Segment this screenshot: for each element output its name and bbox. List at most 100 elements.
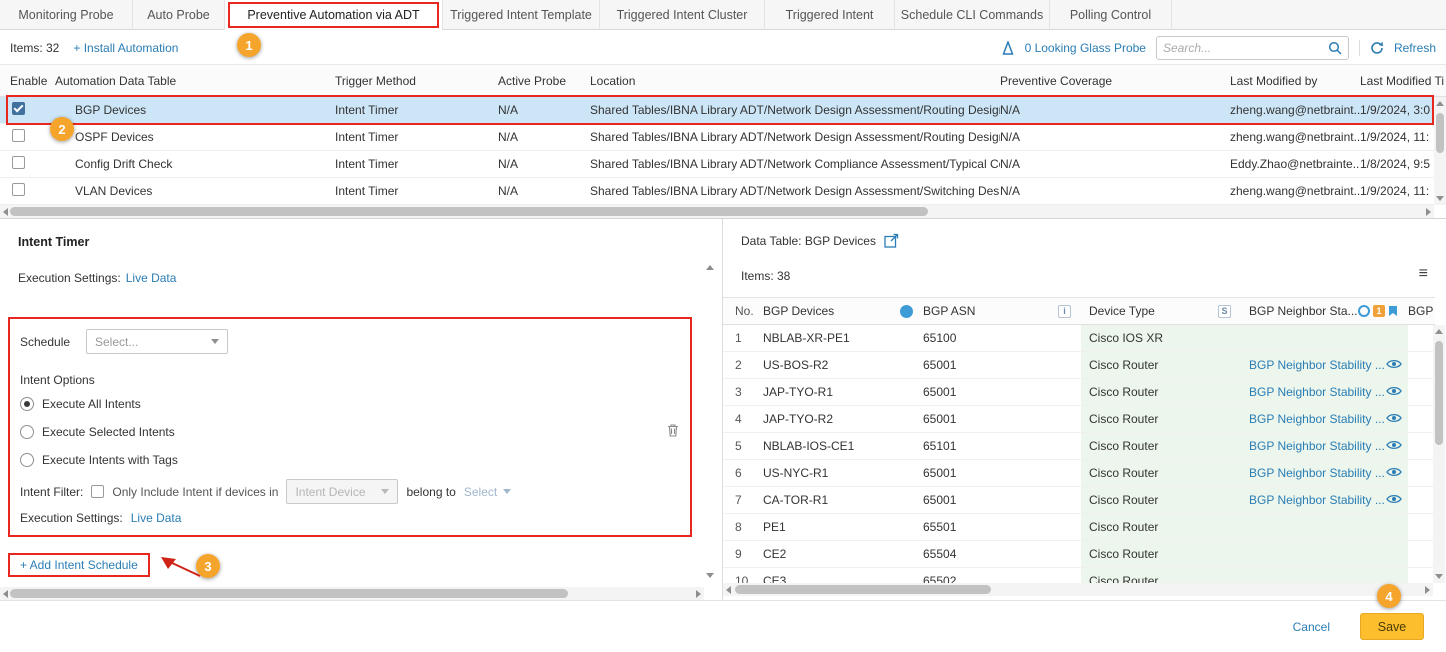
cancel-button[interactable]: Cancel <box>1293 620 1330 634</box>
active-probe: N/A <box>498 103 590 117</box>
scroll-right-arrow[interactable] <box>1426 208 1431 216</box>
intent-device-select[interactable]: Intent Device <box>286 479 398 504</box>
data-row[interactable]: 1 NBLAB-XR-PE1 65100 Cisco IOS XR <box>723 325 1433 352</box>
enable-checkbox[interactable] <box>12 183 25 196</box>
schedule-row: Schedule Select... <box>20 329 228 354</box>
bgp-neighbor-link[interactable]: BGP Neighbor Stability ... <box>1249 385 1385 399</box>
schedule-select[interactable]: Select... <box>86 329 228 354</box>
bgp-neighbor-link[interactable]: BGP Neighbor Stability ... <box>1249 493 1385 507</box>
table-row-ospf-devices[interactable]: OSPF Devices Intent Timer N/A Shared Tab… <box>0 124 1446 151</box>
device-name: CE2 <box>763 541 923 567</box>
data-table-title: Data Table: BGP Devices <box>741 234 876 248</box>
device-name: NBLAB-IOS-CE1 <box>763 433 923 459</box>
looking-glass-probe-link[interactable]: 0 Looking Glass Probe <box>1025 41 1146 55</box>
data-row[interactable]: 3 JAP-TYO-R1 65001 Cisco Router BGP Neig… <box>723 379 1433 406</box>
enable-checkbox[interactable] <box>12 102 25 115</box>
refresh-icon[interactable] <box>1370 41 1384 55</box>
last-modified-by: zheng.wang@netbraint... <box>1230 184 1360 198</box>
table-row-bgp-devices[interactable]: BGP Devices Intent Timer N/A Shared Tabl… <box>0 97 1446 124</box>
clock-icon <box>1358 305 1370 317</box>
bgp-neighbor-link[interactable]: BGP Neighbor Stability ... <box>1249 466 1385 480</box>
scrollbar-thumb[interactable] <box>1436 113 1444 153</box>
footer-bar: Cancel Save <box>0 600 1446 652</box>
data-row[interactable]: 8 PE1 65501 Cisco Router <box>723 514 1433 541</box>
radio-execute-intents-with-tags[interactable]: Execute Intents with Tags <box>20 453 178 467</box>
trigger-method: Intent Timer <box>335 184 498 198</box>
scroll-up-arrow[interactable] <box>1436 101 1444 106</box>
scroll-right-arrow[interactable] <box>696 590 701 598</box>
tab-triggered-intent-cluster[interactable]: Triggered Intent Cluster <box>600 0 765 30</box>
data-row[interactable]: 4 JAP-TYO-R2 65001 Cisco Router BGP Neig… <box>723 406 1433 433</box>
tab-schedule-cli-commands[interactable]: Schedule CLI Commands <box>895 0 1050 30</box>
scroll-right-arrow[interactable] <box>1425 586 1430 594</box>
eye-icon[interactable] <box>1386 466 1402 481</box>
eye-icon[interactable] <box>1386 439 1402 454</box>
scrollbar-thumb[interactable] <box>10 207 928 216</box>
scroll-up-arrow[interactable] <box>1435 329 1443 334</box>
scrollbar-thumb[interactable] <box>10 589 568 598</box>
bgp-neighbor-cell: BGP Neighbor Stability ... <box>1241 433 1408 459</box>
data-row[interactable]: 2 US-BOS-R2 65001 Cisco Router BGP Neigh… <box>723 352 1433 379</box>
bgp-neighbor-link[interactable]: BGP Neighbor Stability ... <box>1249 439 1385 453</box>
live-data-link[interactable]: Live Data <box>131 511 182 525</box>
bgp-asn: 65001 <box>923 379 1081 405</box>
radio-execute-selected-intents[interactable]: Execute Selected Intents <box>20 425 175 439</box>
search-icon[interactable] <box>1328 41 1342 55</box>
data-table-panel: Data Table: BGP Devices Items: 38 ≡ No. … <box>722 218 1446 600</box>
eye-icon[interactable] <box>1386 412 1402 427</box>
scroll-left-arrow[interactable] <box>726 586 731 594</box>
trash-icon[interactable] <box>666 423 680 438</box>
scroll-down-arrow[interactable] <box>1435 574 1443 579</box>
scroll-left-arrow[interactable] <box>3 208 8 216</box>
bgp-neighbor-link[interactable]: BGP Neighbor Stability ... <box>1249 412 1385 426</box>
external-link-icon[interactable] <box>884 233 899 248</box>
refresh-button[interactable]: Refresh <box>1394 41 1436 55</box>
bgp-neighbor-cell: BGP Neighbor Stability ... <box>1241 460 1408 486</box>
data-row[interactable]: 7 CA-TOR-R1 65001 Cisco Router BGP Neigh… <box>723 487 1433 514</box>
data-row[interactable]: 5 NBLAB-IOS-CE1 65101 Cisco Router BGP N… <box>723 433 1433 460</box>
adt-name: OSPF Devices <box>55 130 335 144</box>
menu-icon[interactable]: ≡ <box>1419 265 1428 283</box>
last-modified-by: zheng.wang@netbraint... <box>1230 103 1360 117</box>
eye-icon[interactable] <box>1386 493 1402 508</box>
tab-polling-control[interactable]: Polling Control <box>1050 0 1172 30</box>
panel-scroll-down-arrow[interactable] <box>706 573 714 578</box>
add-intent-schedule-annotation: + Add Intent Schedule <box>8 553 150 577</box>
intent-filter-checkbox[interactable] <box>91 485 104 498</box>
data-row[interactable]: 10 CE3 65502 Cisco Router <box>723 568 1433 583</box>
scroll-down-arrow[interactable] <box>1436 196 1444 201</box>
table-row-config-drift-check[interactable]: Config Drift Check Intent Timer N/A Shar… <box>0 151 1446 178</box>
intent-device-value: Intent Device <box>295 485 365 499</box>
data-row[interactable]: 6 US-NYC-R1 65001 Cisco Router BGP Neigh… <box>723 460 1433 487</box>
bgp-asn: 65502 <box>923 568 1081 583</box>
eye-icon[interactable] <box>1386 358 1402 373</box>
tab-triggered-intent[interactable]: Triggered Intent <box>765 0 895 30</box>
preventive-coverage: N/A <box>1000 130 1230 144</box>
enable-checkbox[interactable] <box>12 129 25 142</box>
tab-monitoring-probe[interactable]: Monitoring Probe <box>0 0 133 30</box>
scrollbar-thumb[interactable] <box>1435 341 1443 445</box>
device-type: Cisco IOS XR <box>1081 325 1241 351</box>
tab-triggered-intent-template[interactable]: Triggered Intent Template <box>443 0 600 30</box>
tab-preventive-automation-via-adt[interactable]: Preventive Automation via ADT <box>225 0 443 30</box>
radio-execute-all-intents[interactable]: Execute All Intents <box>20 397 141 411</box>
data-table-horizontal-scrollbar <box>723 583 1433 596</box>
install-automation-button[interactable]: + Install Automation <box>73 41 178 55</box>
data-row[interactable]: 9 CE2 65504 Cisco Router <box>723 541 1433 568</box>
eye-icon[interactable] <box>1386 385 1402 400</box>
table-row-vlan-devices[interactable]: VLAN Devices Intent Timer N/A Shared Tab… <box>0 178 1446 205</box>
device-type: Cisco Router <box>1081 460 1241 486</box>
add-intent-schedule-button[interactable]: + Add Intent Schedule <box>20 558 138 572</box>
bgp-neighbor-link[interactable]: BGP Neighbor Stability ... <box>1249 358 1385 372</box>
scroll-left-arrow[interactable] <box>3 590 8 598</box>
belong-to-select[interactable]: Select <box>464 485 511 499</box>
scrollbar-thumb[interactable] <box>735 585 991 594</box>
tab-auto-probe[interactable]: Auto Probe <box>133 0 225 30</box>
column-header-trigger: Trigger Method <box>335 74 498 88</box>
row-number: 1 <box>723 325 763 351</box>
save-button[interactable]: Save <box>1360 613 1424 640</box>
enable-checkbox[interactable] <box>12 156 25 169</box>
panel-scroll-up-arrow[interactable] <box>706 265 714 270</box>
live-data-link[interactable]: Live Data <box>126 271 177 285</box>
search-input[interactable] <box>1163 41 1328 55</box>
